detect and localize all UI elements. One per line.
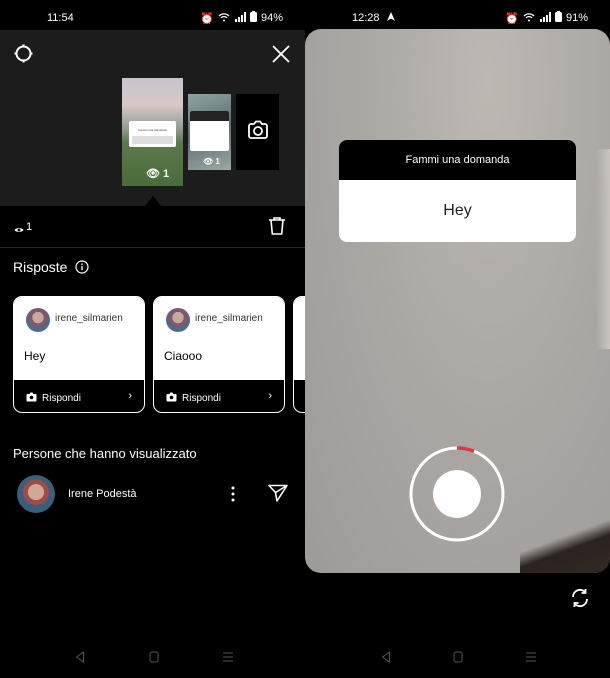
response-card-partial[interactable]	[293, 296, 305, 413]
home-nav-icon[interactable]	[453, 650, 463, 668]
flip-camera-icon[interactable]	[569, 587, 591, 614]
android-nav-bar	[305, 645, 610, 669]
viewer-row[interactable]: Irene Podestà	[0, 475, 305, 515]
trash-icon[interactable]	[268, 216, 286, 241]
viewers-title: Persone che hanno visualizzato	[13, 446, 197, 461]
question-sticker[interactable]: Fammi una domanda Hey	[339, 140, 576, 242]
thumbnail-view-count: 👁 1	[203, 157, 220, 166]
chevron-right-icon: ›	[128, 390, 132, 402]
signal-icon	[539, 11, 551, 25]
back-nav-icon[interactable]	[381, 650, 391, 668]
response-message: Ciaooo	[164, 349, 203, 363]
alarm-icon: ⏰	[505, 12, 519, 25]
status-bar: 11:54 ⏰ 94%	[0, 0, 305, 30]
add-story-camera-button[interactable]	[236, 94, 279, 170]
eye-icon	[14, 221, 24, 239]
status-time: 12:28	[352, 12, 380, 24]
response-message: Hey	[24, 349, 46, 363]
story-viewers-screen: 11:54 ⏰ 94% Fammi una domanda 👁 1 👁 1 1 …	[0, 0, 305, 678]
wifi-icon	[218, 12, 230, 25]
viewer-name: Irene Podestà	[68, 488, 137, 500]
view-count-row: 1	[0, 206, 305, 248]
reply-button[interactable]: Rispondi	[166, 392, 221, 405]
question-sticker-title: Fammi una domanda	[339, 140, 576, 180]
avatar	[166, 308, 190, 332]
question-sticker-thumbnail: Fammi una domanda	[129, 121, 176, 147]
responses-title: Risposte	[13, 259, 68, 275]
navigation-icon	[387, 12, 395, 23]
android-nav-bar	[0, 645, 305, 669]
alarm-icon: ⏰	[200, 12, 214, 25]
camera-icon	[26, 392, 37, 405]
recents-nav-icon[interactable]	[525, 650, 537, 668]
gear-icon[interactable]	[13, 43, 34, 64]
response-card[interactable]: irene_silmarien Hey Rispondi ›	[13, 296, 145, 413]
wifi-icon	[523, 12, 535, 25]
reply-button[interactable]: Rispondi	[26, 392, 81, 405]
recents-nav-icon[interactable]	[222, 650, 234, 668]
avatar	[26, 308, 50, 332]
story-thumbnail[interactable]: 👁 1	[188, 94, 231, 170]
thumbnail-view-count: 👁 1	[146, 168, 170, 180]
send-icon[interactable]	[268, 484, 288, 507]
story-thumbnails-area: Fammi una domanda 👁 1 👁 1	[0, 30, 305, 206]
more-options-icon[interactable]	[230, 485, 236, 508]
avatar	[17, 475, 55, 513]
close-icon[interactable]	[270, 43, 292, 65]
battery-icon	[554, 11, 562, 25]
sticker-thumbnail	[190, 111, 229, 151]
camera-icon	[247, 120, 269, 145]
response-username: irene_silmarien	[55, 313, 123, 324]
selected-pointer	[145, 196, 161, 206]
home-nav-icon[interactable]	[149, 650, 159, 668]
record-progress-arc	[456, 446, 475, 453]
info-icon[interactable]	[75, 260, 89, 279]
story-thumbnail-selected[interactable]: Fammi una domanda 👁 1	[122, 78, 183, 186]
responses-carousel[interactable]: irene_silmarien Hey Rispondi › irene_sil…	[13, 296, 305, 414]
back-nav-icon[interactable]	[75, 650, 85, 668]
battery-level: 94%	[260, 12, 283, 24]
status-time: 11:54	[47, 12, 74, 24]
status-bar: 12:28 ⏰ 91%	[305, 0, 610, 30]
shutter-inner	[433, 470, 481, 518]
response-username: irene_silmarien	[195, 313, 263, 324]
question-sticker-answer: Hey	[443, 202, 472, 219]
reply-camera-screen: 12:28 ⏰ 91% Fammi una domanda Hey	[305, 0, 610, 678]
chevron-right-icon: ›	[268, 390, 272, 402]
battery-icon	[249, 11, 257, 25]
battery-level: 91%	[565, 12, 588, 24]
signal-icon	[234, 11, 246, 25]
view-count: 1	[26, 221, 33, 233]
camera-icon	[166, 392, 177, 405]
response-card[interactable]: irene_silmarien Ciaooo Rispondi ›	[153, 296, 285, 413]
record-shutter-button[interactable]	[408, 445, 506, 543]
